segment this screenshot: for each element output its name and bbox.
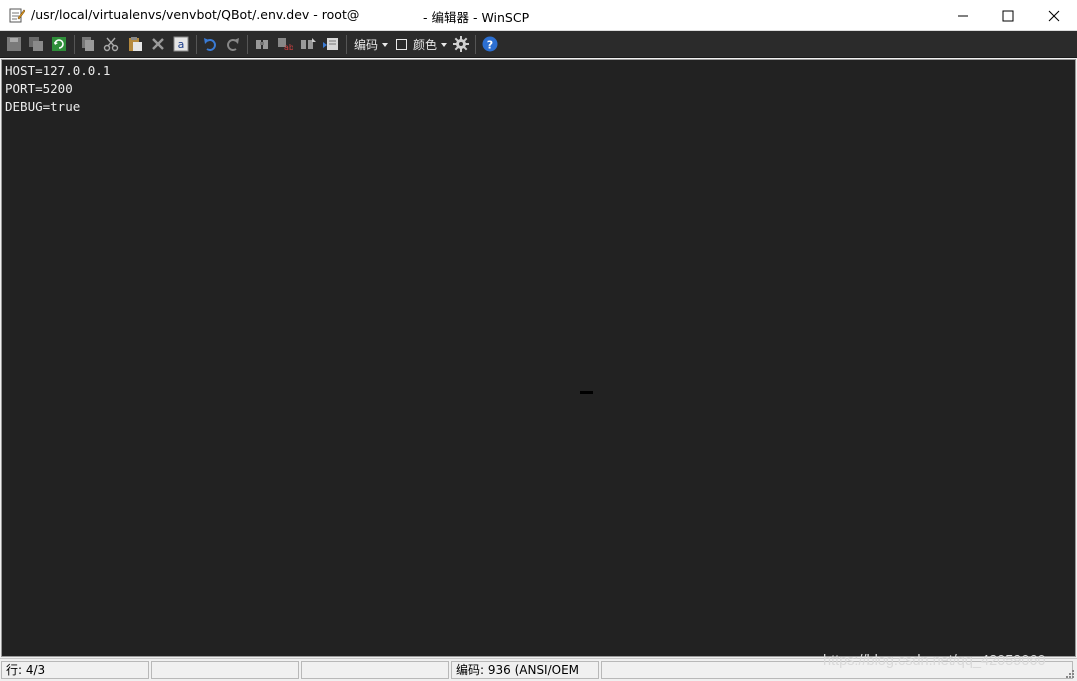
gear-icon <box>453 36 469 52</box>
chevron-down-icon <box>382 43 389 47</box>
reload-icon <box>52 37 66 51</box>
goto-line-icon <box>323 38 338 50</box>
code-line: HOST=127.0.0.1 <box>5 63 111 78</box>
find-icon <box>256 40 268 49</box>
undo-icon <box>204 38 216 51</box>
color-dropdown-label: 颜色 <box>413 37 438 52</box>
code-line: PORT=5200 <box>5 81 73 96</box>
toolbar-separator <box>74 35 75 54</box>
find-next-icon <box>301 38 316 49</box>
copy-button[interactable] <box>79 35 97 53</box>
window-title-path: /usr/local/virtualenvs/venvbot/QBot/.env… <box>31 7 360 22</box>
close-icon <box>1048 10 1060 21</box>
maximize-icon <box>1002 10 1014 21</box>
find-next-button[interactable] <box>299 35 317 53</box>
minimize-button[interactable] <box>940 0 986 31</box>
delete-icon <box>152 38 164 50</box>
color-checkbox-icon <box>396 38 407 50</box>
help-button[interactable]: ? <box>481 35 499 53</box>
code-line: DEBUG=true <box>5 99 81 114</box>
encoding-dropdown[interactable]: 编码 <box>354 35 389 53</box>
window-title-app: - 编辑器 - WinSCP <box>423 10 530 25</box>
goto-line-button[interactable] <box>322 35 340 53</box>
paste-button[interactable] <box>126 35 144 53</box>
settings-button[interactable] <box>452 35 470 53</box>
toolbar-separator <box>475 35 476 54</box>
color-dropdown[interactable]: 颜色 <box>396 35 448 53</box>
svg-text:ab: ab <box>284 43 293 52</box>
status-panel-empty <box>301 661 449 679</box>
save-button[interactable] <box>5 35 23 53</box>
close-button[interactable] <box>1031 0 1077 31</box>
delete-button[interactable] <box>149 35 167 53</box>
toolbar-separator <box>346 35 347 54</box>
toolbar-separator <box>196 35 197 54</box>
chevron-down-icon <box>441 43 448 47</box>
status-panel-empty <box>151 661 299 679</box>
redo-button[interactable] <box>224 35 242 53</box>
replace-icon: ab <box>278 38 293 52</box>
undo-button[interactable] <box>201 35 219 53</box>
notepad-pencil-icon <box>9 7 26 23</box>
find-button[interactable] <box>253 35 271 53</box>
status-encoding: 编码: 936 (ANSI/OEM <box>451 661 599 679</box>
toolbar-separator <box>247 35 248 54</box>
maximize-button[interactable] <box>985 0 1031 31</box>
paste-icon <box>129 37 142 51</box>
text-editor-area[interactable]: HOST=127.0.0.1 PORT=5200 DEBUG=true <box>1 59 1076 657</box>
encoding-dropdown-label: 编码 <box>354 37 379 52</box>
save-all-icon <box>29 37 43 51</box>
save-icon <box>7 37 21 51</box>
status-position: 行: 4/3 <box>1 661 149 679</box>
editor-toolbar: a ab 编码 颜色 ? <box>0 31 1077 58</box>
resize-grip-icon[interactable] <box>1064 668 1074 678</box>
replace-button[interactable]: ab <box>276 35 294 53</box>
svg-text:?: ? <box>487 39 493 52</box>
watermark-text: https://blog.csdn.net/qq_42059060 <box>823 653 1046 669</box>
select-all-button[interactable]: a <box>172 35 190 53</box>
reload-button[interactable] <box>50 35 68 53</box>
minimize-icon <box>958 15 968 16</box>
cut-icon <box>103 37 119 52</box>
copy-icon <box>82 37 94 51</box>
select-all-icon: a <box>173 36 189 52</box>
help-icon: ? <box>482 36 498 52</box>
redo-icon <box>227 38 239 51</box>
title-bar: /usr/local/virtualenvs/venvbot/QBot/.env… <box>0 0 1077 31</box>
save-all-button[interactable] <box>27 35 45 53</box>
cut-button[interactable] <box>102 35 120 53</box>
mouse-cursor-mark <box>580 391 593 394</box>
svg-text:a: a <box>178 38 185 51</box>
